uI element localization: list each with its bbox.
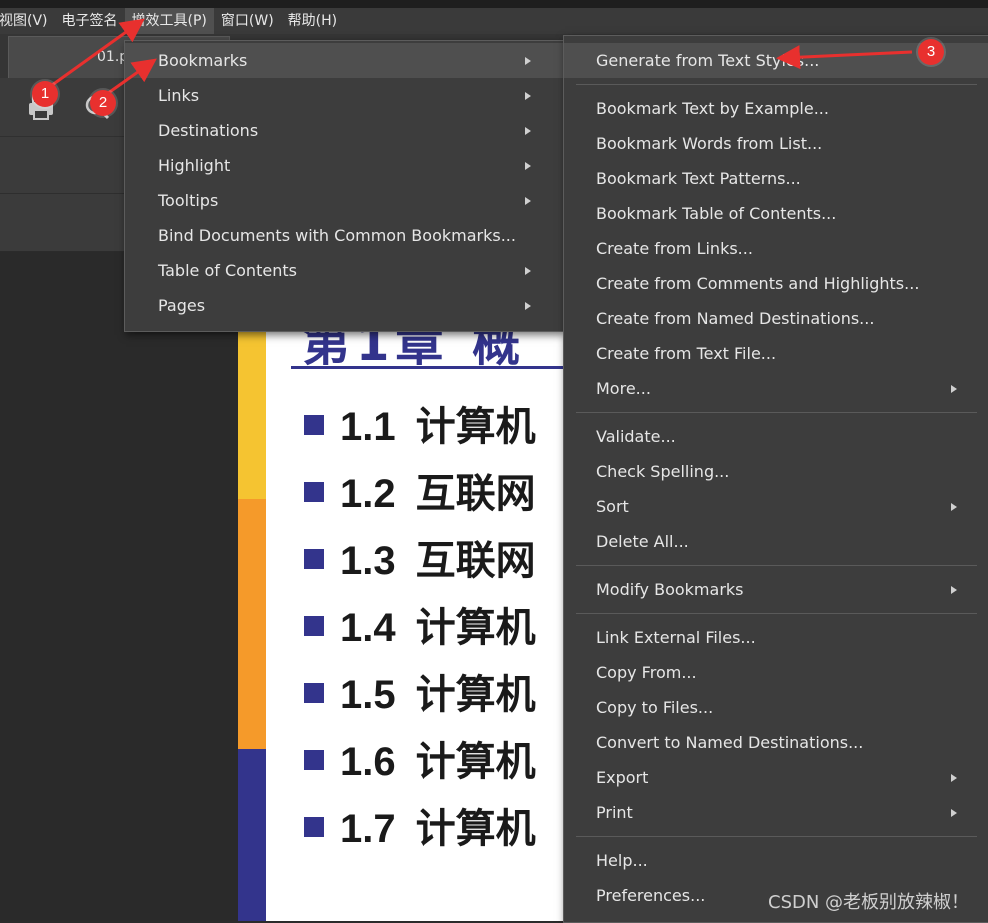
menu-item-link-external-files[interactable]: Link External Files... — [564, 620, 988, 655]
submenu-arrow-icon — [951, 586, 957, 594]
submenu-arrow-icon — [951, 503, 957, 511]
toc-item: 1.3 互联网 — [304, 528, 536, 583]
menu-item-help[interactable]: Help... — [564, 843, 988, 878]
annotation-badge-2: 2 — [90, 90, 116, 116]
page-stripe-orange — [238, 499, 266, 749]
toc-item: 1.5 计算机 — [304, 662, 536, 717]
submenu-arrow-icon — [525, 92, 531, 100]
annotation-badge-3: 3 — [918, 39, 944, 65]
toc-item: 1.4 计算机 — [304, 595, 536, 650]
submenu-arrow-icon — [525, 57, 531, 65]
menu-item-delete-all[interactable]: Delete All... — [564, 524, 988, 559]
bullet-square — [304, 616, 324, 637]
menu-item-highlight[interactable]: Highlight — [125, 148, 563, 183]
submenu-arrow-icon — [951, 809, 957, 817]
bullet-square — [304, 817, 324, 838]
menu-separator — [576, 84, 977, 85]
menu-separator — [576, 565, 977, 566]
menu-item-bookmark-text-by-example[interactable]: Bookmark Text by Example... — [564, 91, 988, 126]
menu-item-tooltips[interactable]: Tooltips — [125, 183, 563, 218]
menu-help[interactable]: 帮助(H) — [281, 8, 344, 34]
submenu-arrow-icon — [525, 267, 531, 275]
toc-item: 1.1 计算机 — [304, 394, 536, 449]
menu-item-bookmarks[interactable]: Bookmarks — [125, 43, 563, 78]
bullet-square — [304, 683, 324, 704]
menu-separator — [576, 613, 977, 614]
submenu-arrow-icon — [951, 385, 957, 393]
menu-window[interactable]: 窗口(W) — [214, 8, 281, 34]
submenu-arrow-icon — [525, 197, 531, 205]
menu-item-validate[interactable]: Validate... — [564, 419, 988, 454]
menu-item-modify-bookmarks[interactable]: Modify Bookmarks — [564, 572, 988, 607]
menu-item-bind-documents[interactable]: Bind Documents with Common Bookmarks... — [125, 218, 563, 253]
annotation-badge-1: 1 — [32, 81, 58, 107]
toc-item: 1.6 计算机 — [304, 729, 536, 784]
menu-item-check-spelling[interactable]: Check Spelling... — [564, 454, 988, 489]
menu-item-bookmark-table-of-contents[interactable]: Bookmark Table of Contents... — [564, 196, 988, 231]
bookmarks-submenu: Generate from Text Styles... Bookmark Te… — [563, 35, 988, 923]
menu-item-bookmark-words-from-list[interactable]: Bookmark Words from List... — [564, 126, 988, 161]
menu-item-create-from-text-file[interactable]: Create from Text File... — [564, 336, 988, 371]
page-stripe-blue — [238, 749, 266, 921]
submenu-arrow-icon — [951, 774, 957, 782]
plugins-menu: Bookmarks Links Destinations Highlight T… — [124, 40, 564, 332]
menu-item-print[interactable]: Print — [564, 795, 988, 830]
menu-item-export[interactable]: Export — [564, 760, 988, 795]
title-strip — [0, 0, 988, 8]
menu-separator — [576, 412, 977, 413]
menu-item-more[interactable]: More... — [564, 371, 988, 406]
bullet-square — [304, 415, 324, 436]
menu-item-pages[interactable]: Pages — [125, 288, 563, 323]
submenu-arrow-icon — [525, 162, 531, 170]
bullet-square — [304, 549, 324, 570]
menu-item-create-from-comments[interactable]: Create from Comments and Highlights... — [564, 266, 988, 301]
menu-e-signature[interactable]: 电子签名 — [55, 8, 125, 34]
menu-item-sort[interactable]: Sort — [564, 489, 988, 524]
bullet-square — [304, 482, 324, 503]
bullet-square — [304, 750, 324, 771]
menu-item-create-from-named-destinations[interactable]: Create from Named Destinations... — [564, 301, 988, 336]
menubar: 视图(V) 电子签名 增效工具(P) 窗口(W) 帮助(H) — [0, 8, 988, 34]
csdn-watermark: CSDN @老板别放辣椒！ — [768, 892, 970, 913]
menu-item-table-of-contents[interactable]: Table of Contents — [125, 253, 563, 288]
submenu-arrow-icon — [525, 127, 531, 135]
menu-item-copy-to-files[interactable]: Copy to Files... — [564, 690, 988, 725]
menu-item-destinations[interactable]: Destinations — [125, 113, 563, 148]
menu-item-copy-from[interactable]: Copy From... — [564, 655, 988, 690]
menu-item-create-from-links[interactable]: Create from Links... — [564, 231, 988, 266]
menu-plugins[interactable]: 增效工具(P) — [124, 8, 214, 34]
menu-item-bookmark-text-patterns[interactable]: Bookmark Text Patterns... — [564, 161, 988, 196]
submenu-arrow-icon — [525, 302, 531, 310]
toc-item: 1.2 互联网 — [304, 461, 536, 516]
toc-item: 1.7 计算机 — [304, 796, 536, 851]
menu-item-convert-to-named-destinations[interactable]: Convert to Named Destinations... — [564, 725, 988, 760]
menu-separator — [576, 836, 977, 837]
menu-item-links[interactable]: Links — [125, 78, 563, 113]
menu-view[interactable]: 视图(V) — [0, 8, 55, 34]
